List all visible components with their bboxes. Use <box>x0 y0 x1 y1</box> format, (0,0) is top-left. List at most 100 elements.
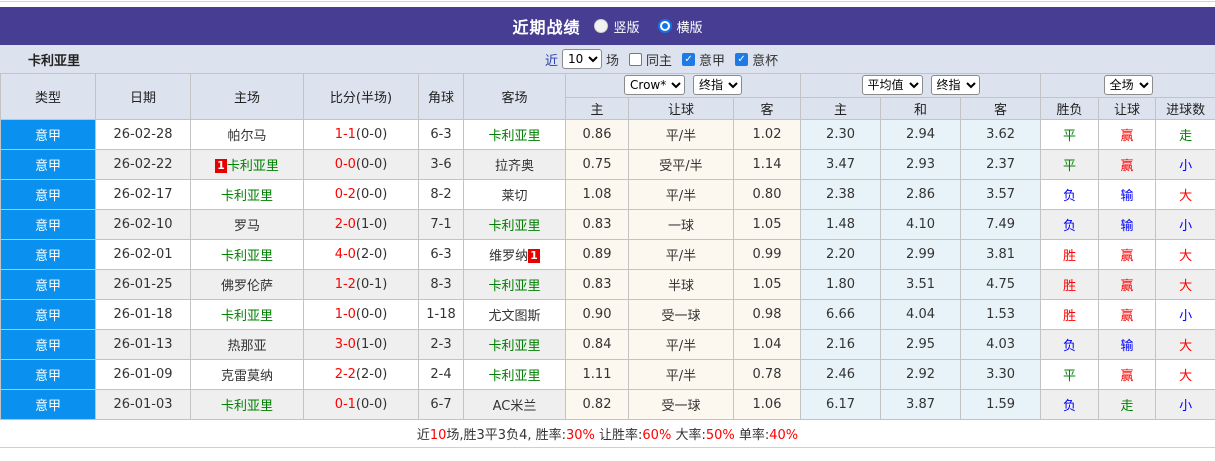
avg-away-odds-cell: 4.75 <box>960 269 1042 300</box>
away-team-name: 尤文图斯 <box>488 309 541 324</box>
crown-handicap-cell: 受一球 <box>628 299 734 330</box>
fulltime-score: 0-1 <box>334 397 356 412</box>
date-cell: 26-01-03 <box>95 389 191 420</box>
winlose-result-cell: 胜 <box>1040 239 1100 270</box>
avg-select[interactable]: 平均值 <box>861 75 923 96</box>
crown-home-odds-cell: 0.83 <box>565 269 629 300</box>
footer-stat-segment: 近 <box>416 428 430 443</box>
crown-away-odds-cell: 0.78 <box>732 359 802 390</box>
away-team-name: 卡利亚里 <box>488 129 541 144</box>
date-cell: 26-01-18 <box>95 299 191 330</box>
col-header-type: 类型 <box>0 73 96 120</box>
date-cell: 26-01-09 <box>95 359 191 390</box>
date-cell: 26-02-10 <box>95 209 191 240</box>
date-cell: 26-02-01 <box>95 239 191 270</box>
red-card-badge: 1 <box>528 249 540 263</box>
match-row: 意甲 26-01-09 克雷莫纳 2-2(2-0) 2-4 卡利亚里 1.11 平/半 0.78… <box>0 359 1215 390</box>
match-count-select[interactable]: 10 <box>562 49 603 69</box>
away-team-name: AC米兰 <box>492 399 537 414</box>
halftime-score: (1-0) <box>355 337 388 352</box>
avg-home-odds-cell: 6.17 <box>800 389 882 420</box>
result-group-header: 全场 <box>1040 73 1215 98</box>
odds-stage-select[interactable]: 终指 <box>693 75 743 96</box>
same-home-checkbox[interactable] <box>629 52 643 66</box>
away-team-name: 维罗纳 <box>489 249 529 264</box>
filter-bar: 卡利亚里 近 10 场 同主 ✓ 意甲 ✓ 意杯 <box>0 45 1215 73</box>
score-cell: 0-0(0-0) <box>303 149 419 180</box>
handicap-result-cell: 赢 <box>1098 239 1157 270</box>
goals-result-cell: 大 <box>1155 359 1215 390</box>
home-team-cell: 卡利亚里 <box>190 299 304 330</box>
league-cell: 意甲 <box>0 239 96 270</box>
radio-off-icon[interactable] <box>594 19 609 33</box>
avg-away-odds-cell: 7.49 <box>960 209 1042 240</box>
crown-handicap-cell: 半球 <box>628 269 734 300</box>
results-tbody: 意甲 26-02-28 帕尔马 1-1(0-0) 6-3 卡利亚里 0.86 平/半 1.02 2… <box>0 119 1215 420</box>
layout-horizontal-option[interactable]: 横版 <box>657 17 703 36</box>
crown-away-odds-cell: 0.99 <box>732 239 802 270</box>
page-title: 近期战绩 <box>512 18 581 37</box>
bookmaker-select[interactable]: Crow* <box>624 75 686 96</box>
crown-handicap-cell: 平/半 <box>628 179 734 210</box>
away-team-name: 卡利亚里 <box>488 219 541 234</box>
date-cell: 26-01-13 <box>95 329 191 360</box>
league-cell: 意甲 <box>0 209 96 240</box>
serie-a-label: 意甲 <box>699 53 726 69</box>
league-cell: 意甲 <box>0 329 96 360</box>
away-team-cell: 尤文图斯 <box>463 299 566 330</box>
score-cell: 1-2(0-1) <box>303 269 419 300</box>
avg-home-odds-cell: 3.47 <box>800 149 882 180</box>
score-cell: 0-1(0-0) <box>303 389 419 420</box>
near-label: 近 <box>545 53 559 69</box>
serie-a-checkbox[interactable]: ✓ <box>682 52 696 66</box>
home-team-cell: 热那亚 <box>190 329 304 360</box>
home-team-cell: 罗马 <box>190 209 304 240</box>
avg-home-odds-cell: 1.80 <box>800 269 882 300</box>
radio-on-icon[interactable] <box>657 19 672 33</box>
footer-stat-segment: 场,胜3平3负4, 胜率: <box>446 428 566 443</box>
layout-vertical-option[interactable]: 竖版 <box>594 17 640 36</box>
handicap-result-cell: 走 <box>1098 389 1157 420</box>
corner-cell: 7-1 <box>418 209 464 240</box>
halftime-score: (0-1) <box>355 277 388 292</box>
crown-home-odds-cell: 0.86 <box>565 119 629 150</box>
avg-home-odds-cell: 2.38 <box>800 179 882 210</box>
halftime-score: (1-0) <box>355 217 388 232</box>
away-team-name: 拉齐奥 <box>494 159 534 174</box>
goals-result-cell: 走 <box>1155 119 1215 150</box>
avg-draw-odds-cell: 4.10 <box>880 209 962 240</box>
avg-stage-select[interactable]: 终指 <box>930 75 980 96</box>
fulltime-score: 2-0 <box>334 217 356 232</box>
away-team-name: 卡利亚里 <box>488 339 541 354</box>
halftime-score: (0-0) <box>355 157 388 172</box>
crown-handicap-cell: 平/半 <box>628 329 734 360</box>
winlose-result-cell: 胜 <box>1040 299 1100 330</box>
league-cell: 意甲 <box>0 389 96 420</box>
score-cell: 2-2(2-0) <box>303 359 419 390</box>
match-row: 意甲 26-01-25 佛罗伦萨 1-2(0-1) 8-3 卡利亚里 0.83 半球 1.05 1… <box>0 269 1215 300</box>
winlose-result-cell: 平 <box>1040 149 1100 180</box>
league-cell: 意甲 <box>0 359 96 390</box>
period-select[interactable]: 全场 <box>1103 75 1153 96</box>
avg-draw-odds-cell: 2.94 <box>880 119 962 150</box>
fulltime-score: 1-2 <box>334 277 356 292</box>
footer-stat-segment: 大率: <box>671 428 706 443</box>
avg-home-odds-cell: 2.20 <box>800 239 882 270</box>
fulltime-score: 0-2 <box>334 187 356 202</box>
crown-handicap-cell: 受一球 <box>628 389 734 420</box>
score-cell: 0-2(0-0) <box>303 179 419 210</box>
avg-away-odds-cell: 4.03 <box>960 329 1042 360</box>
crown-away-odds-cell: 1.05 <box>732 269 802 300</box>
corner-cell: 3-6 <box>418 149 464 180</box>
winlose-result-cell: 负 <box>1040 179 1100 210</box>
league-cell: 意甲 <box>0 119 96 150</box>
away-team-cell: AC米兰 <box>463 389 566 420</box>
avg-draw-odds-cell: 2.86 <box>880 179 962 210</box>
avg-away-odds-cell: 3.30 <box>960 359 1042 390</box>
italy-cup-checkbox[interactable]: ✓ <box>735 52 749 66</box>
winlose-result-cell: 胜 <box>1040 269 1100 300</box>
summary-text: 近10场,胜3平3负4, 胜率:30% 让胜率:60% 大率:50% 单率:40… <box>417 424 798 443</box>
match-row: 意甲 26-01-13 热那亚 3-0(1-0) 2-3 卡利亚里 0.84 平/半 1.04 2… <box>0 329 1215 360</box>
away-team-name: 莱切 <box>501 189 528 204</box>
fulltime-score: 1-1 <box>334 127 356 142</box>
